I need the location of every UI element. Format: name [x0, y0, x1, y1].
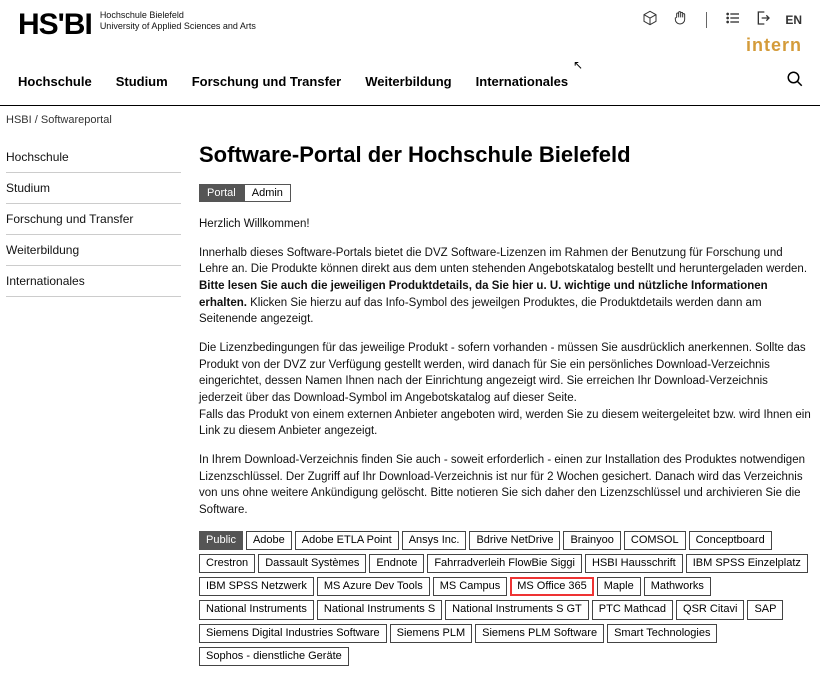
category-fahrradverleih-flowbie-siggi[interactable]: Fahrradverleih FlowBie Siggi [427, 554, 582, 573]
tab-portal[interactable]: Portal [199, 184, 244, 202]
nav-studium[interactable]: Studium [104, 68, 180, 95]
main-nav: Hochschule Studium Forschung und Transfe… [0, 58, 820, 106]
category-ms-office-365[interactable]: MS Office 365 [510, 577, 594, 596]
nav-forschung[interactable]: Forschung und Transfer [180, 68, 354, 95]
category-comsol[interactable]: COMSOL [624, 531, 686, 550]
category-sophos-dienstliche-ger-te[interactable]: Sophos - dienstliche Geräte [199, 647, 349, 666]
intro-paragraph: Innerhalb dieses Software-Portals bietet… [199, 245, 814, 328]
sidebar: Hochschule Studium Forschung und Transfe… [6, 142, 181, 670]
nav-hochschule[interactable]: Hochschule [6, 68, 104, 95]
category-ms-campus[interactable]: MS Campus [433, 577, 508, 596]
category-bdrive-netdrive[interactable]: Bdrive NetDrive [469, 531, 560, 550]
sidebar-item-internationales[interactable]: Internationales [6, 266, 181, 297]
cube-icon[interactable] [642, 10, 658, 29]
category-dassault-syst-mes[interactable]: Dassault Systèmes [258, 554, 366, 573]
category-crestron[interactable]: Crestron [199, 554, 255, 573]
tab-row: PortalAdmin [199, 184, 814, 202]
category-ibm-spss-netzwerk[interactable]: IBM SPSS Netzwerk [199, 577, 314, 596]
page-title: Software-Portal der Hochschule Bielefeld [199, 142, 814, 168]
category-national-instruments[interactable]: National Instruments [199, 600, 314, 619]
welcome-text: Herzlich Willkommen! [199, 216, 814, 233]
category-list: PublicAdobeAdobe ETLA PointAnsys Inc.Bdr… [199, 531, 814, 670]
category-qsr-citavi[interactable]: QSR Citavi [676, 600, 744, 619]
category-hsbi-hausschrift[interactable]: HSBI Hausschrift [585, 554, 683, 573]
download-paragraph: In Ihrem Download-Verzeichnis finden Sie… [199, 452, 814, 519]
hand-icon[interactable] [672, 10, 688, 29]
category-national-instruments-s-gt[interactable]: National Instruments S GT [445, 600, 589, 619]
breadcrumb-home[interactable]: HSBI [6, 114, 32, 126]
category-ibm-spss-einzelplatz[interactable]: IBM SPSS Einzelplatz [686, 554, 808, 573]
category-siemens-plm-software[interactable]: Siemens PLM Software [475, 624, 604, 643]
separator [706, 12, 707, 28]
category-adobe-etla-point[interactable]: Adobe ETLA Point [295, 531, 399, 550]
category-sap[interactable]: SAP [747, 600, 783, 619]
sidebar-item-weiterbildung[interactable]: Weiterbildung [6, 235, 181, 266]
category-adobe[interactable]: Adobe [246, 531, 292, 550]
site-logo[interactable]: HS'BI Hochschule Bielefeld University of… [18, 10, 256, 40]
language-toggle[interactable]: EN [785, 13, 802, 27]
breadcrumb: HSBI / Softwareportal [0, 106, 820, 142]
sidebar-item-hochschule[interactable]: Hochschule [6, 142, 181, 173]
intern-label[interactable]: intern [746, 35, 802, 56]
sidebar-item-studium[interactable]: Studium [6, 173, 181, 204]
category-endnote[interactable]: Endnote [369, 554, 424, 573]
category-brainyoo[interactable]: Brainyoo [563, 531, 620, 550]
category-ms-azure-dev-tools[interactable]: MS Azure Dev Tools [317, 577, 430, 596]
search-icon[interactable] [786, 70, 804, 93]
category-smart-technologies[interactable]: Smart Technologies [607, 624, 717, 643]
nav-internationales[interactable]: Internationales [464, 68, 580, 95]
sidebar-item-forschung[interactable]: Forschung und Transfer [6, 204, 181, 235]
category-ptc-mathcad[interactable]: PTC Mathcad [592, 600, 673, 619]
category-siemens-plm[interactable]: Siemens PLM [390, 624, 472, 643]
category-maple[interactable]: Maple [597, 577, 641, 596]
tab-admin[interactable]: Admin [244, 184, 291, 202]
category-public[interactable]: Public [199, 531, 243, 550]
logo-text: HS'BI [18, 10, 92, 40]
nav-weiterbildung[interactable]: Weiterbildung [353, 68, 463, 95]
list-icon[interactable] [725, 10, 741, 29]
category-mathworks[interactable]: Mathworks [644, 577, 711, 596]
license-paragraph: Die Lizenzbedingungen für das jeweilige … [199, 340, 814, 440]
logout-icon[interactable] [755, 10, 771, 29]
main-content: Software-Portal der Hochschule Bielefeld… [199, 142, 814, 670]
breadcrumb-current: Softwareportal [41, 114, 112, 126]
category-conceptboard[interactable]: Conceptboard [689, 531, 772, 550]
category-national-instruments-s[interactable]: National Instruments S [317, 600, 442, 619]
category-ansys-inc-[interactable]: Ansys Inc. [402, 531, 467, 550]
category-siemens-digital-industries-software[interactable]: Siemens Digital Industries Software [199, 624, 387, 643]
logo-subtitle: Hochschule Bielefeld University of Appli… [100, 10, 256, 32]
